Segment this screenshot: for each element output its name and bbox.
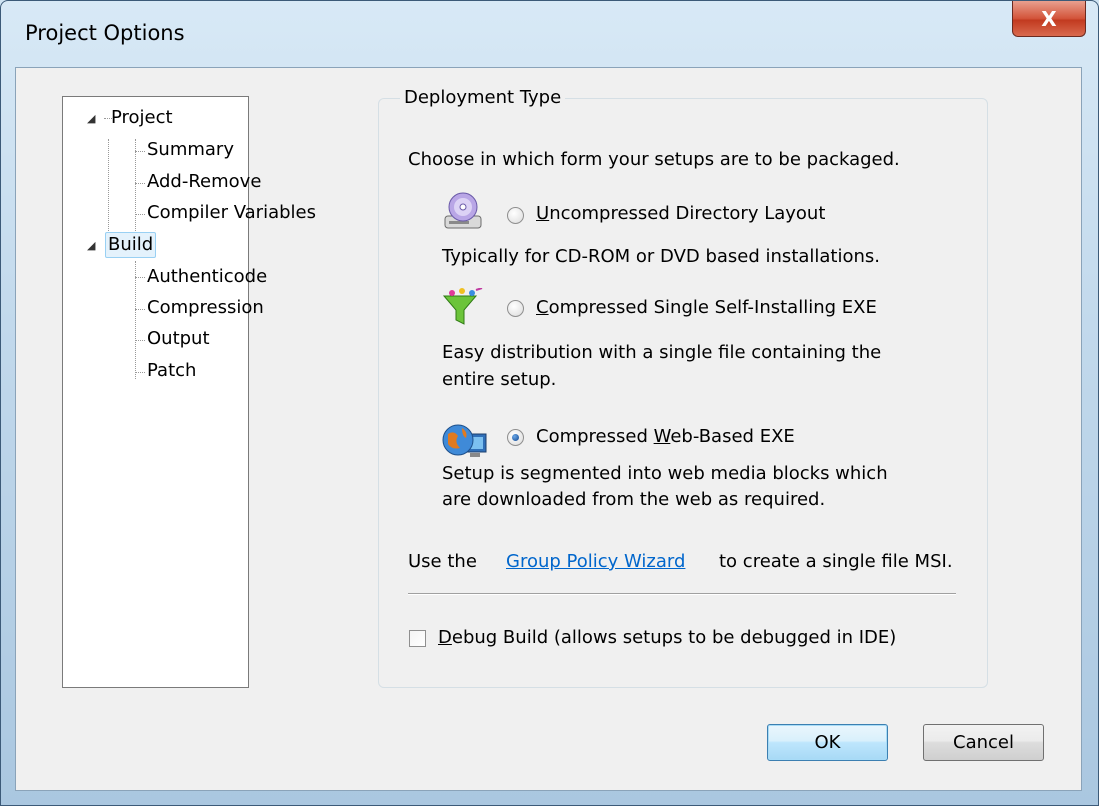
group-policy-suffix: to create a single file MSI.: [719, 551, 953, 572]
option-compressed-single-label[interactable]: Compressed Single Self-Installing EXE: [536, 296, 877, 320]
project-options-window: Project Options X ◢ Project Summary Add-…: [0, 0, 1099, 806]
tree-item-summary[interactable]: Summary: [147, 138, 234, 162]
option-compressed-single-description-line2: entire setup.: [442, 369, 557, 390]
options-tree[interactable]: ◢ Project Summary Add-Remove Compiler Va…: [62, 96, 316, 688]
tree-item-authenticode[interactable]: Authenticode: [147, 265, 267, 289]
separator: [408, 593, 956, 595]
tree-item-project[interactable]: Project: [111, 106, 173, 130]
accelerator-w: W: [653, 426, 671, 447]
option-label-text: ompressed Single Self-Installing EXE: [548, 297, 877, 318]
tree-guide-line: [135, 183, 145, 184]
tree-item-patch[interactable]: Patch: [147, 359, 196, 383]
option-label-text: ncompressed Directory Layout: [549, 203, 826, 224]
funnel-icon: [442, 287, 484, 328]
deployment-type-legend: Deployment Type: [400, 87, 566, 109]
tree-item-add-remove[interactable]: Add-Remove: [147, 170, 261, 194]
deployment-type-group: [378, 98, 988, 688]
accelerator-d: D: [438, 627, 452, 648]
debug-build-label-text: ebug Build (allows setups to be debugged…: [451, 627, 897, 648]
tree-item-compression[interactable]: Compression: [147, 296, 264, 320]
option-label-text: Compressed: [536, 426, 654, 447]
expand-triangle-icon[interactable]: ◢: [87, 239, 95, 252]
accelerator-c: C: [536, 297, 549, 318]
cd-drive-icon: [442, 192, 486, 232]
tree-item-output[interactable]: Output: [147, 327, 210, 351]
tree-guide-line: [135, 261, 136, 379]
window-title: Project Options: [25, 21, 185, 45]
group-policy-prefix: Use the: [408, 551, 477, 572]
close-icon: X: [1041, 6, 1057, 31]
tree-guide-line: [135, 340, 145, 341]
option-uncompressed-label[interactable]: Uncompressed Directory Layout: [536, 202, 825, 226]
option-compressed-web-description-line1: Setup is segmented into web media blocks…: [442, 463, 888, 484]
option-compressed-web-label[interactable]: Compressed Web-Based EXE: [536, 425, 795, 449]
expand-triangle-icon[interactable]: ◢: [87, 112, 95, 125]
tree-item-compiler-variables[interactable]: Compiler Variables: [147, 201, 316, 225]
title-bar[interactable]: Project Options X: [1, 1, 1098, 67]
tree-guide-line: [135, 151, 145, 152]
debug-build-checkbox[interactable]: [409, 630, 426, 647]
radio-uncompressed[interactable]: [507, 207, 524, 224]
close-button[interactable]: X: [1012, 1, 1086, 37]
tree-guide-line: [135, 372, 145, 373]
accelerator-u: U: [536, 203, 550, 224]
deployment-intro-text: Choose in which form your setups are to …: [408, 149, 900, 170]
dialog-client-area: ◢ Project Summary Add-Remove Compiler Va…: [15, 67, 1082, 791]
tree-guide-line: [135, 277, 145, 278]
option-compressed-web-description-line2: are downloaded from the web as required.: [442, 489, 826, 510]
radio-compressed-single[interactable]: [507, 300, 524, 317]
option-label-text: eb-Based EXE: [670, 426, 795, 447]
tree-item-build[interactable]: Build: [105, 232, 157, 258]
tree-guide-line: [135, 139, 136, 235]
radio-compressed-web[interactable]: [507, 429, 524, 446]
tree-guide-line: [108, 139, 109, 237]
ok-button[interactable]: OK: [767, 724, 888, 761]
globe-computer-icon: [442, 420, 488, 464]
tree-guide-line: [135, 214, 145, 215]
option-compressed-single-description-line1: Easy distribution with a single file con…: [442, 342, 882, 363]
group-policy-wizard-link[interactable]: Group Policy Wizard: [506, 550, 685, 574]
debug-build-label[interactable]: Debug Build (allows setups to be debugge…: [438, 626, 896, 650]
tree-guide-line: [135, 309, 145, 310]
option-uncompressed-description: Typically for CD-ROM or DVD based instal…: [442, 246, 881, 267]
cancel-button[interactable]: Cancel: [923, 724, 1044, 761]
